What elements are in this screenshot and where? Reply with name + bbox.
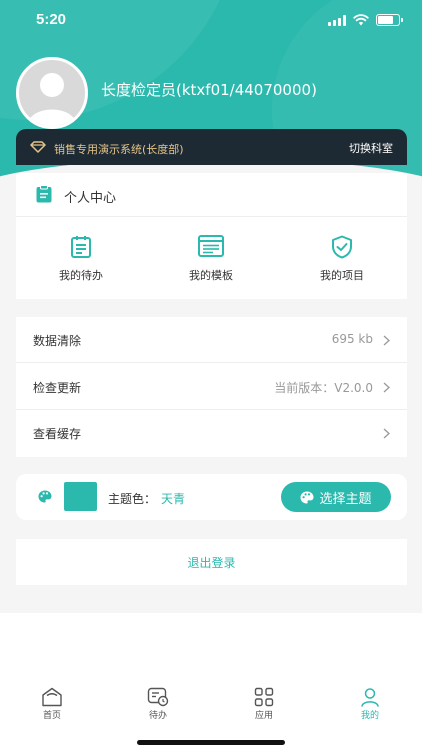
chevron-right-icon <box>383 382 390 393</box>
data-clear-row[interactable]: 数据清除 695 kb <box>16 317 407 363</box>
my-todo-button[interactable]: 我的待办 <box>16 235 146 283</box>
tab-home-label: 首页 <box>42 711 61 721</box>
avatar-silhouette-icon <box>27 73 77 126</box>
todo-list-icon <box>71 236 91 258</box>
logout-button[interactable]: 退出登录 <box>16 539 407 585</box>
my-template-button[interactable]: 我的模板 <box>146 235 276 283</box>
cache-size-value: 695 kb <box>331 332 373 346</box>
tab-mine-label: 我的 <box>360 711 379 721</box>
personal-center-header: 个人中心 <box>16 173 407 217</box>
tab-apps[interactable]: 应用 <box>229 687 299 721</box>
signal-icon <box>328 14 346 26</box>
user-icon <box>361 688 379 707</box>
status-bar: 5:20 <box>0 0 422 40</box>
current-version-value: 当前版本：V2.0.0 <box>274 381 373 395</box>
check-update-row[interactable]: 检查更新 当前版本：V2.0.0 <box>16 364 407 410</box>
tab-mine[interactable]: 我的 <box>335 687 405 721</box>
system-bar: 销售专用演示系统(长度部) 切换科室 <box>16 129 407 165</box>
theme-color-value: 天青 <box>161 492 186 506</box>
home-icon <box>42 687 62 707</box>
my-template-label: 我的模板 <box>189 269 233 282</box>
view-cache-label: 查看缓存 <box>33 427 82 441</box>
view-cache-row[interactable]: 查看缓存 <box>16 410 407 456</box>
theme-color-label: 主题色： <box>108 492 157 506</box>
status-icons <box>328 14 403 26</box>
switch-department-button[interactable]: 切换科室 <box>349 140 393 156</box>
user-name: 长度检定员(ktxf01/44070000) <box>101 81 317 99</box>
data-clear-label: 数据清除 <box>33 334 82 348</box>
home-indicator <box>137 740 285 745</box>
todo-icon <box>147 687 169 707</box>
theme-card: 主题色： 天青 选择主题 <box>16 474 407 520</box>
tab-home[interactable]: 首页 <box>17 687 87 721</box>
apps-icon <box>254 687 274 707</box>
tab-todo-label: 待办 <box>148 711 167 721</box>
tab-apps-label: 应用 <box>254 711 273 721</box>
logout-label: 退出登录 <box>187 555 236 570</box>
my-project-button[interactable]: 我的项目 <box>277 235 407 283</box>
select-theme-button[interactable]: 选择主题 <box>281 482 391 512</box>
tab-bar <box>0 613 422 750</box>
chevron-right-icon <box>383 428 390 439</box>
shield-check-icon <box>332 235 352 259</box>
settings-card: 数据清除 695 kb 检查更新 当前版本：V2.0.0 查看缓存 <box>16 317 407 457</box>
select-theme-label: 选择主题 <box>319 491 372 507</box>
palette-icon <box>300 491 314 503</box>
chevron-right-icon <box>383 335 390 346</box>
clipboard-icon <box>36 185 52 203</box>
battery-icon <box>376 14 403 26</box>
palette-icon <box>38 490 52 503</box>
personal-center-title: 个人中心 <box>64 191 117 206</box>
diamond-icon <box>30 141 46 153</box>
status-time: 5:20 <box>36 11 67 28</box>
system-name: 销售专用演示系统(长度部) <box>54 143 184 156</box>
my-todo-label: 我的待办 <box>59 269 103 282</box>
theme-color-swatch <box>64 482 97 511</box>
template-icon <box>198 235 224 257</box>
wifi-icon <box>353 14 369 26</box>
my-project-label: 我的项目 <box>320 269 364 282</box>
tab-todo[interactable]: 待办 <box>123 687 193 721</box>
check-update-label: 检查更新 <box>33 381 82 395</box>
avatar[interactable] <box>16 57 88 129</box>
personal-center-card: 个人中心 我的待办 我的模板 我的项目 <box>16 173 407 299</box>
